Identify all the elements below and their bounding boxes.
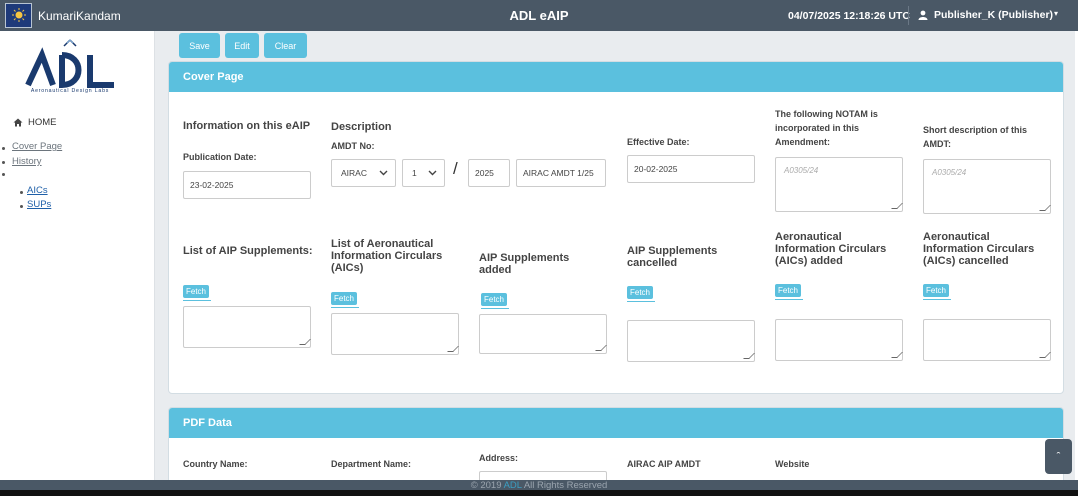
resize-grip-icon bbox=[743, 353, 755, 359]
fetch-underline bbox=[627, 301, 655, 302]
sidebar-home-label: HOME bbox=[28, 117, 57, 128]
short-desc-label: Short description of this AMDT: bbox=[923, 125, 1028, 149]
notam-textarea[interactable]: A0305/24 bbox=[775, 157, 903, 212]
cover-page-title: Cover Page bbox=[169, 62, 1063, 92]
user-menu-caret-icon[interactable]: ▾ bbox=[1054, 9, 1058, 18]
sidebar-item-history[interactable]: History bbox=[12, 156, 42, 167]
airac-aip-amdt-label: AIRAC AIP AMDT bbox=[627, 459, 701, 469]
sidebar-item-sups[interactable]: SUPs bbox=[27, 199, 51, 210]
clear-button[interactable]: Clear bbox=[264, 33, 307, 58]
cover-page-card: Cover Page Information on this eAIP Publ… bbox=[168, 61, 1064, 394]
aip-supplements-added-textarea[interactable] bbox=[479, 314, 607, 354]
amdt-no-label: AMDT No: bbox=[331, 141, 375, 151]
fetch-aics-added-button[interactable]: Fetch bbox=[775, 284, 802, 297]
fetch-underline bbox=[183, 300, 211, 301]
notam-label: The following NOTAM is incorporated in t… bbox=[775, 109, 878, 147]
aip-supplements-cancelled-label: AIP Supplements cancelled bbox=[627, 245, 718, 269]
logo-subtitle: Aeronautical Design Labs bbox=[30, 88, 110, 94]
user-name: Publisher_K (Publisher) bbox=[934, 9, 1054, 21]
effective-date-field[interactable]: 20-02-2025 bbox=[627, 155, 755, 183]
aip-supplements-list-label: List of AIP Supplements: bbox=[183, 245, 313, 257]
user-icon bbox=[918, 10, 928, 20]
amdt-separator: / bbox=[453, 159, 458, 178]
fetch-underline bbox=[331, 307, 359, 308]
resize-grip-icon bbox=[891, 203, 903, 209]
info-heading: Information on this eAIP bbox=[183, 120, 311, 132]
fetch-aics-cancelled-button[interactable]: Fetch bbox=[923, 284, 950, 297]
aics-cancelled-label: Aeronautical Information Circulars (AICs… bbox=[923, 231, 1035, 267]
chevron-down-icon bbox=[428, 170, 437, 176]
publication-date-field[interactable]: 23-02-2025 bbox=[183, 171, 311, 199]
website-label: Website bbox=[775, 459, 810, 469]
effective-date-label: Effective Date: bbox=[627, 137, 690, 147]
app-title: ADL eAIP bbox=[509, 8, 569, 23]
list-bullet bbox=[2, 147, 5, 150]
amdt-type-select[interactable]: AIRAC bbox=[331, 159, 396, 187]
short-desc-placeholder: A0305/24 bbox=[932, 168, 967, 177]
notam-placeholder: A0305/24 bbox=[784, 166, 819, 175]
sidebar-home[interactable]: HOME bbox=[13, 117, 57, 128]
short-desc-textarea[interactable]: A0305/24 bbox=[923, 159, 1051, 214]
address-label: Address: bbox=[479, 453, 519, 463]
fetch-supplements-cancelled-button[interactable]: Fetch bbox=[627, 286, 654, 299]
country-name-label: Country Name: bbox=[183, 459, 248, 469]
top-navbar: KumariKandam ADL eAIP 04/07/2025 12:18:2… bbox=[0, 0, 1078, 31]
fetch-underline bbox=[481, 308, 509, 309]
chevron-up-icon: ˆ bbox=[1056, 450, 1061, 463]
home-icon bbox=[13, 118, 23, 127]
aics-added-label: Aeronautical Information Circulars (AICs… bbox=[775, 231, 887, 267]
scroll-to-top-button[interactable]: ˆ bbox=[1045, 439, 1072, 474]
fetch-aics-button[interactable]: Fetch bbox=[331, 292, 358, 305]
fetch-underline bbox=[775, 299, 803, 300]
chevron-down-icon bbox=[379, 170, 388, 176]
resize-grip-icon bbox=[299, 339, 311, 345]
amdt-type-value: AIRAC bbox=[341, 168, 367, 178]
amdt-number-value: 1 bbox=[412, 168, 417, 178]
aip-supplements-added-label: AIP Supplements added bbox=[479, 252, 570, 276]
sidebar: Aeronautical Design Labs HOME Cover Page… bbox=[0, 31, 155, 480]
description-heading: Description bbox=[331, 121, 392, 133]
edit-button[interactable]: Edit bbox=[225, 33, 259, 58]
resize-grip-icon bbox=[1039, 352, 1051, 358]
pdf-data-title: PDF Data bbox=[169, 408, 1063, 438]
datetime-display: 04/07/2025 12:18:26 UTC bbox=[788, 10, 910, 22]
aics-added-textarea[interactable] bbox=[775, 319, 903, 361]
pdf-data-card: PDF Data Country Name: Department Name: … bbox=[168, 407, 1064, 487]
footer: © 2019 ADL All Rights Reserved bbox=[0, 480, 1078, 491]
fetch-underline bbox=[923, 299, 951, 300]
publication-date-label: Publication Date: bbox=[183, 152, 257, 162]
amdt-name-field[interactable]: AIRAC AMDT 1/25 bbox=[516, 159, 606, 187]
resize-grip-icon bbox=[891, 352, 903, 358]
list-bullet bbox=[20, 205, 23, 208]
amdt-year-field[interactable]: 2025 bbox=[468, 159, 510, 187]
save-button[interactable]: Save bbox=[179, 33, 220, 58]
list-bullet bbox=[2, 173, 5, 176]
aics-list-label: List of Aeronautical Information Circula… bbox=[331, 238, 443, 274]
department-name-label: Department Name: bbox=[331, 459, 412, 469]
resize-grip-icon bbox=[1039, 205, 1051, 211]
sidebar-item-cover-page[interactable]: Cover Page bbox=[12, 141, 62, 152]
resize-grip-icon bbox=[447, 346, 459, 352]
aics-list-textarea[interactable] bbox=[331, 313, 459, 355]
amdt-number-select[interactable]: 1 bbox=[402, 159, 445, 187]
aip-supplements-list-textarea[interactable] bbox=[183, 306, 311, 348]
sidebar-item-aics[interactable]: AICs bbox=[27, 185, 48, 196]
resize-grip-icon bbox=[595, 345, 607, 351]
fetch-aip-supplements-button[interactable]: Fetch bbox=[183, 285, 210, 298]
header-divider bbox=[908, 6, 909, 25]
aics-cancelled-textarea[interactable] bbox=[923, 319, 1051, 361]
user-menu[interactable]: Publisher_K (Publisher) bbox=[918, 9, 1053, 21]
aip-supplements-cancelled-textarea[interactable] bbox=[627, 320, 755, 362]
bottom-edge bbox=[0, 490, 1078, 496]
fetch-supplements-added-button[interactable]: Fetch bbox=[481, 293, 508, 306]
list-bullet bbox=[2, 161, 5, 164]
list-bullet bbox=[20, 191, 23, 194]
